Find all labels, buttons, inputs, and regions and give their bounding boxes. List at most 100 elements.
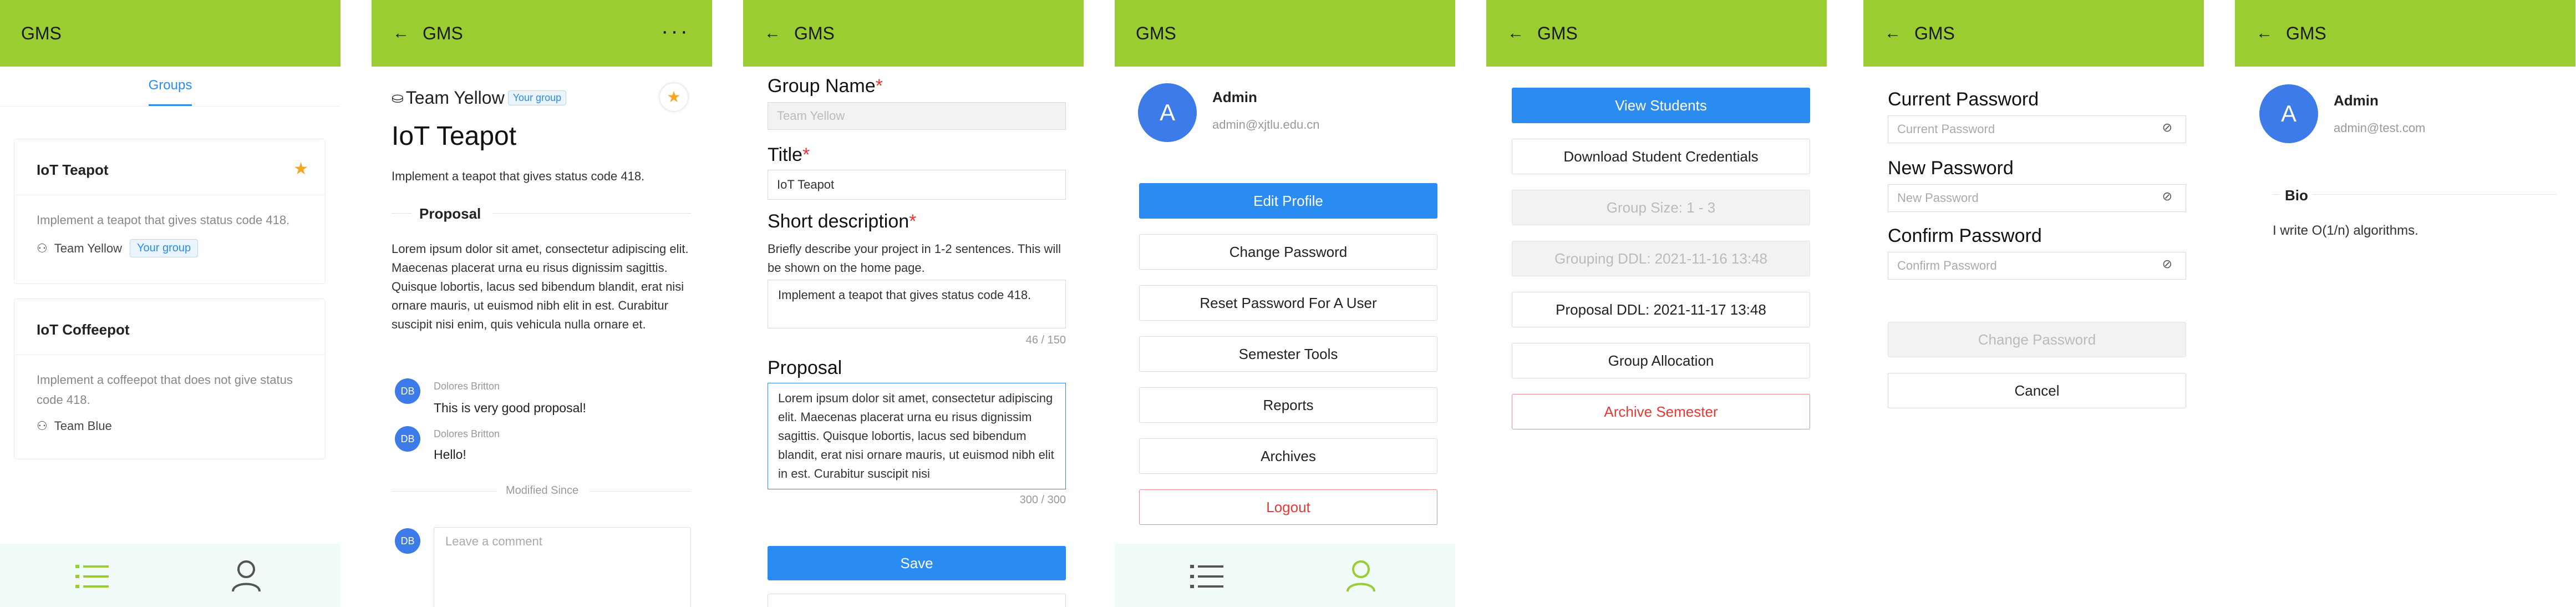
app-title: GMS [1537, 23, 1578, 43]
proposal-input[interactable]: Lorem ipsum dolor sit amet, consectetur … [768, 383, 1066, 489]
back-arrow-icon[interactable]: ← [1884, 25, 1901, 42]
semester-tools-button[interactable]: Semester Tools [1139, 336, 1437, 372]
divider [392, 491, 497, 492]
cancel-button-partial[interactable] [768, 594, 1066, 607]
label-text: Short description [768, 211, 910, 232]
bio-text: I write O(1/n) algorithms. [2273, 223, 2419, 238]
short-description-hint: Briefly describe your project in 1-2 sen… [768, 242, 1061, 275]
your-group-badge: Your group [507, 90, 567, 105]
view-students-button[interactable]: View Students [1512, 88, 1810, 123]
proposal-label: Proposal [768, 357, 842, 378]
archives-button[interactable]: Archives [1139, 438, 1437, 474]
download-credentials-button[interactable]: Download Student Credentials [1512, 139, 1810, 174]
team-name: Team Yellow [405, 88, 505, 108]
back-arrow-icon[interactable]: ← [393, 25, 409, 42]
short-description-label: Short description* [768, 211, 916, 232]
label-text: Title [768, 144, 802, 165]
tab-groups[interactable]: Groups [0, 78, 341, 93]
tab-divider [0, 106, 341, 107]
logout-button[interactable]: Logout [1139, 489, 1437, 525]
modified-since-label: Modified Since [506, 484, 579, 497]
eye-off-icon[interactable]: ⊘ [2162, 120, 2172, 135]
screen-admin-profile: GMS A Admin admin@xjtlu.edu.cn Edit Prof… [1115, 0, 1455, 607]
back-arrow-icon[interactable]: ← [2256, 25, 2273, 42]
section-title: Proposal [419, 205, 481, 222]
required-mark: * [802, 144, 810, 165]
section-divider [2313, 194, 2557, 195]
archive-semester-button[interactable]: Archive Semester [1512, 394, 1810, 429]
bottom-tabbar [0, 544, 341, 607]
eye-off-icon[interactable]: ⊘ [2162, 189, 2172, 204]
list-icon[interactable] [75, 563, 109, 590]
back-arrow-icon[interactable]: ← [1507, 25, 1524, 42]
title-input[interactable]: IoT Teapot [768, 170, 1066, 200]
back-arrow-icon[interactable]: ← [764, 25, 781, 42]
comment-text: This is very good proposal! [434, 401, 586, 415]
user-icon[interactable] [1345, 559, 1376, 593]
list-icon[interactable] [1190, 563, 1223, 590]
team-name: Team Yellow [54, 241, 123, 255]
screen-change-password: ← GMS Current Password Current Password … [1863, 0, 2204, 607]
app-title: GMS [2286, 23, 2326, 43]
confirm-password-label: Confirm Password [1888, 225, 2042, 246]
new-password-input[interactable]: New Password ⊘ [1888, 184, 2186, 212]
grouping-ddl-button: Grouping DDL: 2021-11-16 13:48 [1512, 241, 1810, 276]
change-password-button[interactable]: Change Password [1139, 234, 1437, 270]
proposal-text: Lorem ipsum dolor sit amet, consectetur … [392, 242, 689, 331]
current-password-input[interactable]: Current Password ⊘ [1888, 115, 2186, 143]
group-card-team: ⚇ Team Blue [37, 419, 112, 433]
change-password-button: Change Password [1888, 322, 2186, 357]
comment-author: Dolores Britton [434, 381, 500, 392]
confirm-password-input[interactable]: Confirm Password ⊘ [1888, 252, 2186, 280]
divider [589, 491, 691, 492]
reset-password-button[interactable]: Reset Password For A User [1139, 285, 1437, 321]
app-header: ← GMS [1486, 0, 1827, 67]
group-allocation-button[interactable]: Group Allocation [1512, 343, 1810, 378]
group-card[interactable]: IoT Coffeepot Implement a coffeepot that… [14, 299, 326, 459]
group-title: IoT Teapot [392, 122, 517, 151]
comment-input[interactable]: Leave a comment [434, 527, 691, 607]
star-icon[interactable]: ★ [660, 83, 688, 111]
app-title: GMS [423, 23, 463, 43]
group-name-input: Team Yellow [768, 102, 1066, 130]
reports-button[interactable]: Reports [1139, 387, 1437, 423]
profile-email: admin@xjtlu.edu.cn [1212, 118, 1320, 131]
screen-group-detail: ← GMS ··· ⛀ Team Yellow Your group ★ IoT… [372, 0, 712, 607]
profile-name: Admin [1212, 89, 1257, 105]
app-title: GMS [21, 23, 62, 43]
save-button[interactable]: Save [768, 546, 1066, 580]
input-placeholder: Current Password [1897, 122, 1995, 136]
more-icon[interactable]: ··· [661, 20, 690, 42]
eye-off-icon[interactable]: ⊘ [2162, 257, 2172, 271]
user-icon[interactable] [231, 559, 262, 593]
proposal-ddl-button[interactable]: Proposal DDL: 2021-11-17 13:48 [1512, 292, 1810, 327]
app-header: GMS [0, 0, 341, 67]
app-header: ← GMS ··· [372, 0, 712, 67]
group-card-title: IoT Teapot [37, 161, 109, 178]
profile-email: admin@test.com [2334, 121, 2426, 135]
title-label: Title* [768, 144, 810, 166]
short-description-input[interactable]: Implement a teapot that gives status cod… [768, 280, 1066, 328]
screen-edit-group: ← GMS Group Name* Team Yellow Title* IoT… [743, 0, 1084, 607]
group-card-team: ⚇ Team Yellow Your group [37, 239, 199, 257]
char-count: 300 / 300 [1019, 494, 1066, 506]
app-header: ← GMS [2235, 0, 2575, 67]
profile-name: Admin [2334, 92, 2379, 109]
group-card-title: IoT Coffeepot [37, 321, 130, 338]
your-group-badge: Your group [130, 239, 199, 257]
required-mark: * [909, 211, 917, 232]
group-card[interactable]: IoT Teapot ★ Implement a teapot that giv… [14, 139, 326, 284]
comment-author: Dolores Britton [434, 428, 500, 439]
screen-user-profile: ← GMS A Admin admin@test.com Bio I write… [2235, 0, 2575, 607]
current-password-label: Current Password [1888, 89, 2039, 110]
people-icon: ⚇ [37, 241, 48, 255]
star-icon[interactable]: ★ [293, 159, 308, 179]
app-title: GMS [1914, 23, 1955, 43]
bio-title: Bio [2285, 187, 2308, 204]
cancel-button[interactable]: Cancel [1888, 373, 2186, 408]
char-count: 46 / 150 [1025, 334, 1066, 346]
section-divider [492, 213, 691, 214]
team-name: Team Blue [54, 419, 112, 433]
group-card-desc: Implement a teapot that gives status cod… [37, 213, 290, 227]
edit-profile-button[interactable]: Edit Profile [1139, 183, 1437, 219]
